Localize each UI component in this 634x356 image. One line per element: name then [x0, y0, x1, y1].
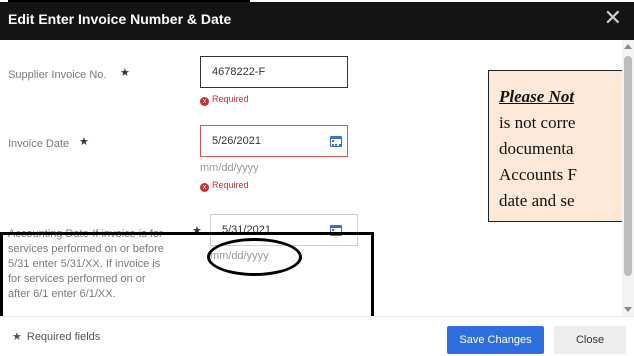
close-button[interactable]: Close [554, 326, 626, 354]
callout-line: date and se [499, 191, 575, 210]
required-fields-note: ★ Required fields [12, 330, 100, 343]
callout-heading: Please Not [499, 87, 575, 106]
calendar-icon[interactable] [330, 136, 342, 147]
invoice-date-input[interactable]: 5/26/2021 [200, 125, 348, 157]
required-star-icon: ★ [79, 136, 89, 148]
save-changes-button[interactable]: Save Changes [447, 326, 544, 354]
required-star-icon: ★ [12, 331, 22, 343]
supplier-invoice-input[interactable]: 4678222-F [200, 56, 348, 88]
scroll-down-arrow-icon[interactable] [624, 307, 632, 312]
scroll-up-arrow-icon[interactable] [624, 44, 632, 49]
invoice-date-label: Invoice Date [8, 138, 70, 150]
scrollbar[interactable] [622, 40, 634, 316]
scrollbar-thumb[interactable] [624, 56, 632, 276]
dialog-title: Edit Enter Invoice Number & Date [8, 11, 232, 27]
note-callout: Please Not is not corre documenta Accoun… [488, 70, 634, 222]
supplier-invoice-error: x Required [200, 94, 249, 106]
close-icon[interactable]: ✕ [604, 5, 622, 31]
error-icon: x [200, 183, 209, 192]
required-fields-text: Required fields [26, 331, 101, 343]
callout-line: Accounts F [499, 165, 577, 184]
invoice-date-error-text: Required [212, 180, 249, 190]
invoice-date-error: x Required [200, 180, 249, 192]
dialog-titlebar: Edit Enter Invoice Number & Date ✕ [0, 2, 634, 40]
error-icon: x [200, 97, 209, 106]
invoice-date-format-hint: mm/dd/yyyy [200, 162, 259, 174]
callout-line: documenta [499, 139, 574, 158]
supplier-invoice-label: Supplier Invoice No. [8, 69, 107, 81]
required-star-icon: ★ [120, 67, 130, 79]
callout-line: is not corre [499, 113, 576, 132]
supplier-invoice-error-text: Required [212, 94, 249, 104]
highlight-oval [207, 238, 302, 276]
dialog-footer: ★ Required fields Save Changes Close [0, 316, 634, 356]
